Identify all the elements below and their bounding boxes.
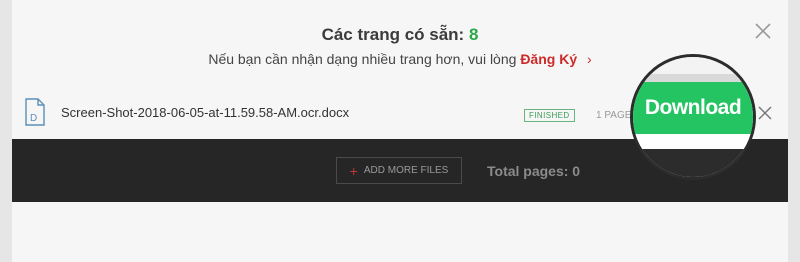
available-pages-title: Các trang có sẵn: 8 (0, 25, 800, 45)
magnifier-callout: Download (630, 54, 756, 180)
download-button[interactable]: Download (633, 82, 753, 134)
status-badge: FINISHED (524, 109, 575, 122)
plus-icon: + (349, 162, 358, 179)
total-pages: Total pages: 0 (487, 163, 581, 179)
magnifier-separator (633, 74, 753, 82)
file-name: Screen-Shot-2018-06-05-at-11.59.58-AM.oc… (61, 105, 350, 120)
chevron-right-icon[interactable]: › (587, 51, 592, 67)
magnifier-dark-area (633, 149, 753, 177)
register-link[interactable]: Đăng Ký (520, 51, 577, 67)
add-more-files-button[interactable]: + ADD MORE FILES (336, 157, 462, 184)
register-prompt-text: Nếu bạn cần nhận dạng nhiều trang hơn, v… (208, 51, 517, 67)
remove-file-icon[interactable] (758, 106, 772, 120)
title-label: Các trang có sẵn: (321, 25, 465, 44)
magnifier-white-strip (633, 134, 753, 149)
add-more-files-label: ADD MORE FILES (363, 165, 449, 176)
document-icon-letter: D (30, 113, 37, 124)
available-pages-count: 8 (468, 25, 479, 44)
document-icon: D (25, 98, 45, 126)
